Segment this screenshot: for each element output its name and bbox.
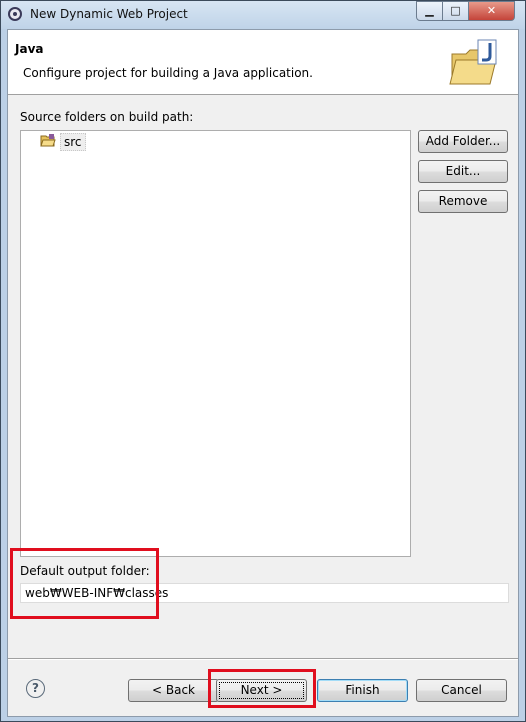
help-icon[interactable]: ? <box>26 679 45 698</box>
page-title: Java <box>15 42 44 56</box>
tree-item-src[interactable]: src <box>40 133 86 151</box>
source-folders-label: Source folders on build path: <box>20 110 194 124</box>
minimize-button[interactable]: ▁ <box>416 1 443 21</box>
window-title: New Dynamic Web Project <box>30 7 188 21</box>
remove-button[interactable]: Remove <box>418 190 508 213</box>
eclipse-icon <box>8 7 22 21</box>
next-button-highlight-box <box>208 669 316 708</box>
add-folder-button[interactable]: Add Folder... <box>418 130 508 153</box>
source-folder-icon <box>40 134 56 147</box>
maximize-button[interactable]: □ <box>442 1 469 21</box>
finish-button[interactable]: Finish <box>317 679 408 702</box>
output-folder-highlight-box <box>10 548 159 619</box>
close-button[interactable]: ✕ <box>468 1 515 21</box>
back-button[interactable]: < Back <box>128 679 219 702</box>
page-description: Configure project for building a Java ap… <box>23 66 313 80</box>
title-bar[interactable]: New Dynamic Web Project ▁ □ ✕ <box>1 1 525 29</box>
java-folder-icon <box>449 39 497 85</box>
edit-button[interactable]: Edit... <box>418 160 508 183</box>
footer-separator <box>8 658 518 660</box>
source-folders-tree[interactable]: src <box>20 130 411 557</box>
tree-item-label: src <box>60 133 86 151</box>
wizard-header: Java Configure project for building a Ja… <box>8 30 518 95</box>
cancel-button[interactable]: Cancel <box>416 679 507 702</box>
